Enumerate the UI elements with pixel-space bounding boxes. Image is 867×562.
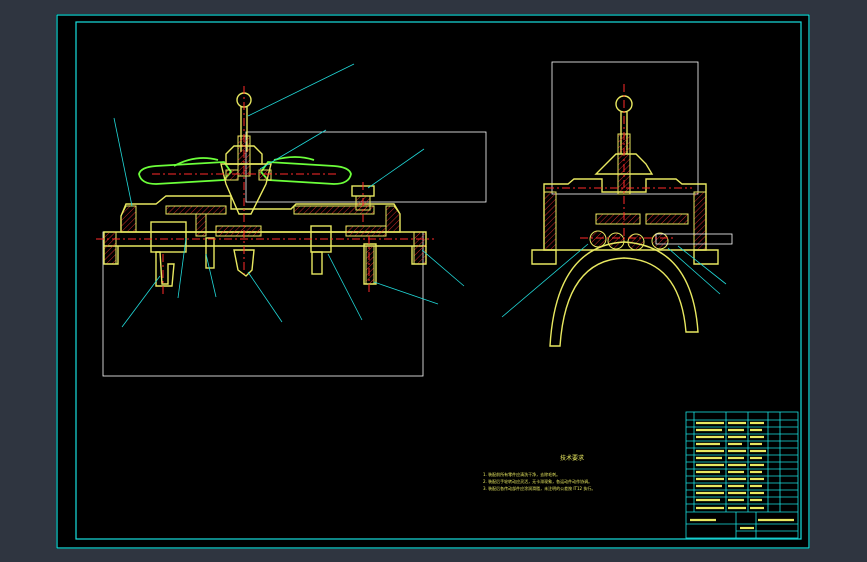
front-view bbox=[96, 63, 487, 377]
outer-frame bbox=[56, 14, 810, 549]
cad-viewer[interactable]: 技术要求 1. 装配前所有零件应清洗干净，去除毛刺。 2. 装配后手轮转动应灵活… bbox=[0, 0, 867, 562]
handwheel-right bbox=[259, 161, 352, 185]
note-line-1: 1. 装配前所有零件应清洗干净，去除毛刺。 bbox=[483, 471, 560, 477]
note-line-3: 3. 装配后各传动部件应涂润滑脂，未注明的公差按 IT12 执行。 bbox=[483, 485, 595, 491]
handwheel-left bbox=[138, 161, 233, 185]
front-dimension-box bbox=[102, 231, 424, 377]
drawing-sheet[interactable]: 技术要求 1. 装配前所有零件应清洗干净，去除毛刺。 2. 装配后手轮转动应灵活… bbox=[56, 14, 810, 549]
technical-notes: 技术要求 1. 装配前所有零件应清洗干净，去除毛刺。 2. 装配后手轮转动应灵活… bbox=[483, 454, 595, 491]
assembly-drawing: 技术要求 1. 装配前所有零件应清洗干净，去除毛刺。 2. 装配后手轮转动应灵活… bbox=[56, 14, 810, 549]
roller bbox=[651, 232, 669, 250]
title-block bbox=[685, 411, 799, 539]
upper-dimension-box bbox=[245, 131, 487, 203]
inner-frame bbox=[75, 21, 802, 540]
note-line-2: 2. 装配后手轮转动应灵活，无卡滞现象，各运动件动作协调。 bbox=[483, 478, 592, 484]
slider-block bbox=[150, 221, 187, 253]
roller bbox=[607, 232, 625, 250]
roller bbox=[589, 230, 607, 248]
notes-heading: 技术要求 bbox=[560, 454, 584, 462]
side-view bbox=[501, 61, 733, 347]
